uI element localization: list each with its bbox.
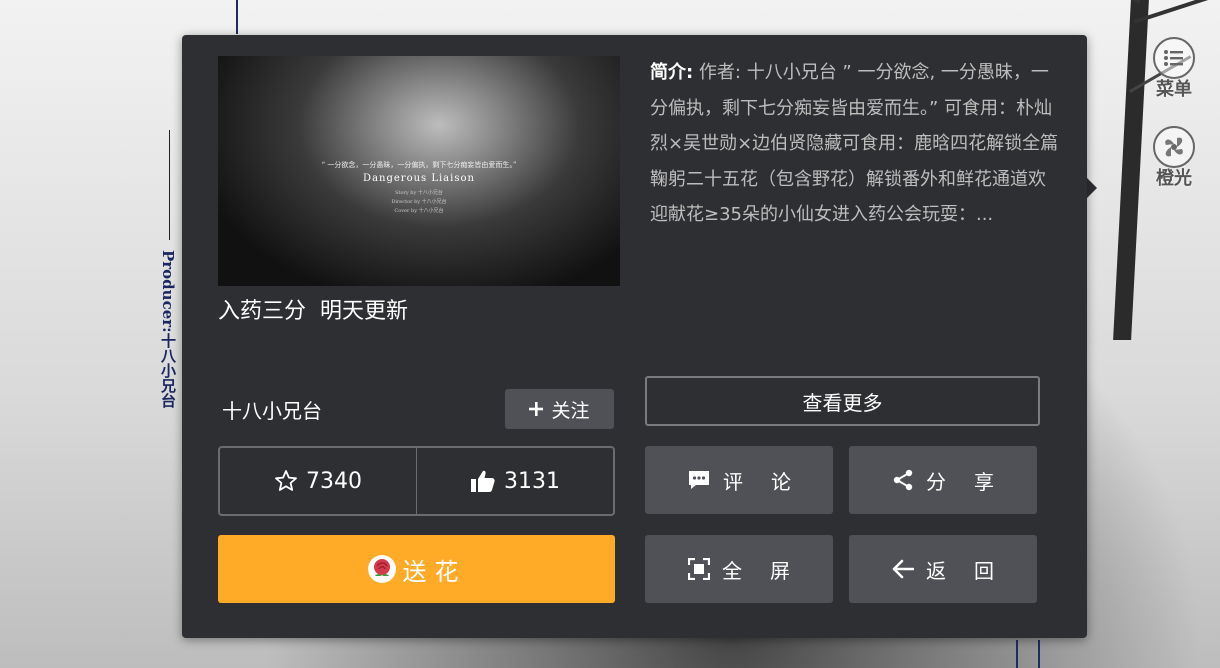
cover-credit-line: Cover by 十八小兄台: [394, 208, 444, 214]
cover-quote: “ 一分欲念，一分愚昧，一分偏执，剩下七分痴妄皆由爱而生。”: [321, 161, 517, 169]
favorite-count: 7340: [306, 468, 362, 494]
share-icon: [892, 469, 914, 491]
decor-line: [1016, 640, 1018, 668]
comment-icon: [687, 469, 711, 491]
favorite-button[interactable]: 7340: [220, 448, 416, 514]
orange-light-icon: [1153, 126, 1195, 168]
menu-list-icon: [1153, 37, 1195, 79]
fullscreen-label: 全屏: [722, 558, 818, 583]
fullscreen-button[interactable]: 全屏: [645, 535, 833, 603]
share-label: 分享: [926, 469, 1022, 494]
like-button[interactable]: 3131: [416, 448, 613, 514]
star-icon: [274, 469, 298, 493]
arrow-left-icon: [892, 559, 914, 579]
rose-icon: [367, 554, 397, 584]
cover-title: Dangerous Liaison: [363, 173, 475, 184]
thumbs-up-icon: [470, 469, 496, 493]
cover-credit-line: Director by 十八小兄台: [391, 199, 447, 205]
panel-pointer: [1087, 178, 1097, 198]
cover-credits: Story by 十八小兄台 Director by 十八小兄台 Cover b…: [218, 189, 620, 216]
send-flower-button[interactable]: 送花: [218, 535, 615, 603]
plus-icon: [529, 402, 544, 416]
decor-line: [1038, 640, 1040, 668]
follow-label: 关注: [551, 399, 590, 422]
cover-credit-line: Story by 十八小兄台: [395, 190, 443, 196]
work-summary: 简介: 作者: 十八小兄台 ” 一分欲念, 一分愚昧，一分偏执，剩下七分痴妄皆由…: [650, 55, 1060, 233]
like-count: 3131: [504, 468, 560, 494]
cover-image[interactable]: “ 一分欲念，一分愚昧，一分偏执，剩下七分痴妄皆由爱而生。” Dangerous…: [218, 56, 620, 286]
decor-line: [236, 0, 238, 34]
comment-label: 评论: [723, 469, 819, 494]
summary-label: 简介:: [650, 62, 694, 83]
share-button[interactable]: 分享: [849, 446, 1037, 514]
view-more-button[interactable]: 查看更多: [645, 376, 1040, 426]
author-name[interactable]: 十八小兄台: [222, 395, 322, 424]
work-detail-panel: “ 一分欲念，一分愚昧，一分偏执，剩下七分痴妄皆由爱而生。” Dangerous…: [182, 35, 1087, 638]
decor-line: [169, 130, 170, 240]
back-button[interactable]: 返回: [849, 535, 1037, 603]
comment-button[interactable]: 评论: [645, 446, 833, 514]
summary-text: 作者: 十八小兄台 ” 一分欲念, 一分愚昧，一分偏执，剩下七分痴妄皆由爱而生。…: [650, 62, 1059, 225]
side-orange-light-label: 橙光: [1156, 168, 1192, 189]
producer-credit: Producer:十八小兄台: [159, 250, 177, 408]
back-label: 返回: [926, 558, 1022, 583]
send-flower-label: 送花: [402, 557, 467, 586]
work-title: 入药三分 明天更新: [218, 299, 408, 324]
side-menu-button[interactable]: 菜单: [1148, 37, 1200, 101]
stats-box: 7340 3131: [218, 446, 615, 516]
side-orange-light-button[interactable]: 橙光: [1148, 126, 1200, 190]
follow-button[interactable]: 关注: [505, 389, 614, 429]
side-menu-label: 菜单: [1156, 79, 1192, 100]
fullscreen-icon: [688, 558, 710, 580]
tree-trunk: [1113, 0, 1149, 340]
